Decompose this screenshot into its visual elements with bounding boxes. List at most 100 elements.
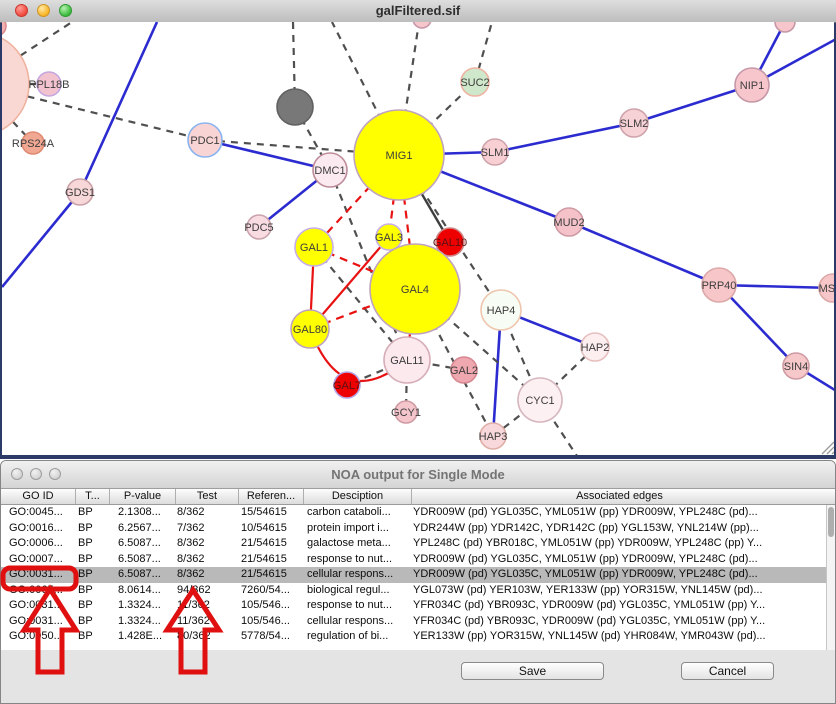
cell: 6.5087... xyxy=(109,552,175,568)
cell: 7/362 xyxy=(175,521,238,537)
table-body: GO:0045...BP2.1308...8/36215/54615carbon… xyxy=(1,505,827,650)
column-header-5[interactable]: Referen... xyxy=(238,489,303,504)
cell: GO:0065... xyxy=(1,583,75,599)
edge-PDC1-DMC1[interactable] xyxy=(205,140,330,170)
column-header-2[interactable]: T... xyxy=(75,489,109,504)
scrollbar-thumb[interactable] xyxy=(828,507,834,537)
cell: 15/54615 xyxy=(238,505,303,521)
noa-titlebar[interactable]: NOA output for Single Mode xyxy=(1,461,835,489)
cell: GO:0045... xyxy=(1,505,75,521)
cell: GO:0007... xyxy=(1,552,75,568)
node-label-PRP40: PRP40 xyxy=(702,280,737,292)
cell: biological regul... xyxy=(303,583,411,599)
node-topnode[interactable] xyxy=(775,22,795,32)
cell: BP xyxy=(75,552,109,568)
cell: 8/362 xyxy=(175,567,238,583)
cell: 21/54615 xyxy=(238,552,303,568)
node-label-GAL7: GAL7 xyxy=(333,380,361,392)
node-label-GAL1: GAL1 xyxy=(300,242,328,254)
column-header-3[interactable]: P-value xyxy=(109,489,175,504)
table-row-3[interactable]: GO:0006...BP6.5087...8/36221/54615galact… xyxy=(1,536,827,552)
node-label-SUC2: SUC2 xyxy=(460,77,489,89)
node-label-PDC5: PDC5 xyxy=(244,222,273,234)
cell: GO:0006... xyxy=(1,536,75,552)
cell: BP xyxy=(75,583,109,599)
column-header-7[interactable]: Associated edges xyxy=(411,489,827,504)
table-header-row: GO IDT...P-valueTestReferen...Desciption… xyxy=(1,489,835,505)
edge-SLM2-NIP1[interactable] xyxy=(634,85,752,123)
node-label-GDS1: GDS1 xyxy=(65,187,95,199)
cell: regulation of bi... xyxy=(303,629,411,645)
cell: BP xyxy=(75,505,109,521)
node-label-RPL18B: RPL18B xyxy=(29,79,70,91)
screenshot-root: { "network_window": { "title": "galFilte… xyxy=(0,0,836,704)
node-label-GAL80: GAL80 xyxy=(293,324,327,336)
resize-grip-icon[interactable] xyxy=(832,452,834,454)
cell: 11/362 xyxy=(175,614,238,630)
vertical-scrollbar[interactable] xyxy=(826,505,835,650)
cell: YDR009W (pd) YGL035C, YML051W (pp) YDR00… xyxy=(411,505,827,521)
cell: cellular respons... xyxy=(303,614,411,630)
cell: YDR244W (pp) YDR142C, YDR142C (pp) YGL15… xyxy=(411,521,827,537)
table-row-9[interactable]: GO:0050...BP1.428E...80/3625778/54...reg… xyxy=(1,629,827,645)
column-header-1[interactable]: GO ID xyxy=(1,489,75,504)
cell: GO:0016... xyxy=(1,521,75,537)
table-row-2[interactable]: GO:0016...BP6.2567...7/36210/54615protei… xyxy=(1,521,827,537)
edge-GDS1-@0,265[interactable] xyxy=(2,192,80,287)
save-button[interactable]: Save xyxy=(461,662,604,680)
node-label-GAL4: GAL4 xyxy=(401,284,429,296)
cell: 21/54615 xyxy=(238,536,303,552)
node-label-NIP1: NIP1 xyxy=(740,80,764,92)
cell: BP xyxy=(75,521,109,537)
node-label-PDC1: PDC1 xyxy=(190,135,219,147)
node-corner[interactable] xyxy=(2,22,6,36)
node-label-GAL2: GAL2 xyxy=(450,365,478,377)
cell: BP xyxy=(75,598,109,614)
cancel-button[interactable]: Cancel xyxy=(681,662,774,680)
cell: 94/362 xyxy=(175,583,238,599)
node-label-MUD2: MUD2 xyxy=(553,217,584,229)
column-header-6[interactable]: Desciption xyxy=(303,489,411,504)
cell: BP xyxy=(75,629,109,645)
cell: 105/546... xyxy=(238,598,303,614)
cell: YER133W (pp) YOR315W, YNL145W (pd) YHR08… xyxy=(411,629,827,645)
network-canvas[interactable]: RPL18BRPS24AGDS1PDC1DMC1MIG1SLM1SUC2SLM2… xyxy=(2,22,834,455)
cell: YFR034C (pd) YBR093C, YDR009W (pd) YGL03… xyxy=(411,614,827,630)
cell: 8/362 xyxy=(175,505,238,521)
cell: BP xyxy=(75,614,109,630)
node-label-MIG1: MIG1 xyxy=(386,150,413,162)
node-bigleft[interactable] xyxy=(2,32,29,136)
column-header-4[interactable]: Test xyxy=(175,489,238,504)
node-graynode[interactable] xyxy=(277,89,313,125)
cell: 7260/54... xyxy=(238,583,303,599)
table-row-5[interactable]: GO:0031...BP6.5087...8/36221/54615cellul… xyxy=(1,567,827,583)
cell: 6.5087... xyxy=(109,536,175,552)
node-label-SLM1: SLM1 xyxy=(481,147,510,159)
network-graph[interactable]: RPL18BRPS24AGDS1PDC1DMC1MIG1SLM1SUC2SLM2… xyxy=(2,22,834,455)
node-label-GCY1: GCY1 xyxy=(391,407,421,419)
noa-output-window: NOA output for Single Mode GO IDT...P-va… xyxy=(0,460,836,704)
network-window: galFiltered.sif RPL18BRPS24AGDS1PDC1DMC1… xyxy=(0,0,836,459)
noa-window-title: NOA output for Single Mode xyxy=(1,467,835,482)
cell: BP xyxy=(75,567,109,583)
network-titlebar[interactable]: galFiltered.sif xyxy=(0,0,836,23)
table-row-7[interactable]: GO:0031...BP1.3324...11/362105/546...res… xyxy=(1,598,827,614)
cell: 1.3324... xyxy=(109,614,175,630)
cell: GO:0050... xyxy=(1,629,75,645)
cell: 21/54615 xyxy=(238,567,303,583)
node-label-GAL10: GAL10 xyxy=(433,237,467,249)
cell: 6.2567... xyxy=(109,521,175,537)
node-topsliver[interactable] xyxy=(413,22,431,28)
edge-MUD2-PRP40[interactable] xyxy=(569,222,719,285)
node-label-SIN4: SIN4 xyxy=(784,361,808,373)
table-row-8[interactable]: GO:0031...BP1.3324...11/362105/546...cel… xyxy=(1,614,827,630)
cell: 8/362 xyxy=(175,552,238,568)
table-row-6[interactable]: GO:0065...BP8.0614...94/3627260/54...bio… xyxy=(1,583,827,599)
edge-SLM1-SLM2[interactable] xyxy=(495,123,634,152)
cell: GO:0031... xyxy=(1,614,75,630)
table-row-1[interactable]: GO:0045...BP2.1308...8/36215/54615carbon… xyxy=(1,505,827,521)
node-label-HAP2: HAP2 xyxy=(581,342,610,354)
table-row-4[interactable]: GO:0007...BP6.5087...8/36221/54615respon… xyxy=(1,552,827,568)
edge-@155,0-GDS1[interactable] xyxy=(80,22,157,192)
cell: response to nut... xyxy=(303,598,411,614)
